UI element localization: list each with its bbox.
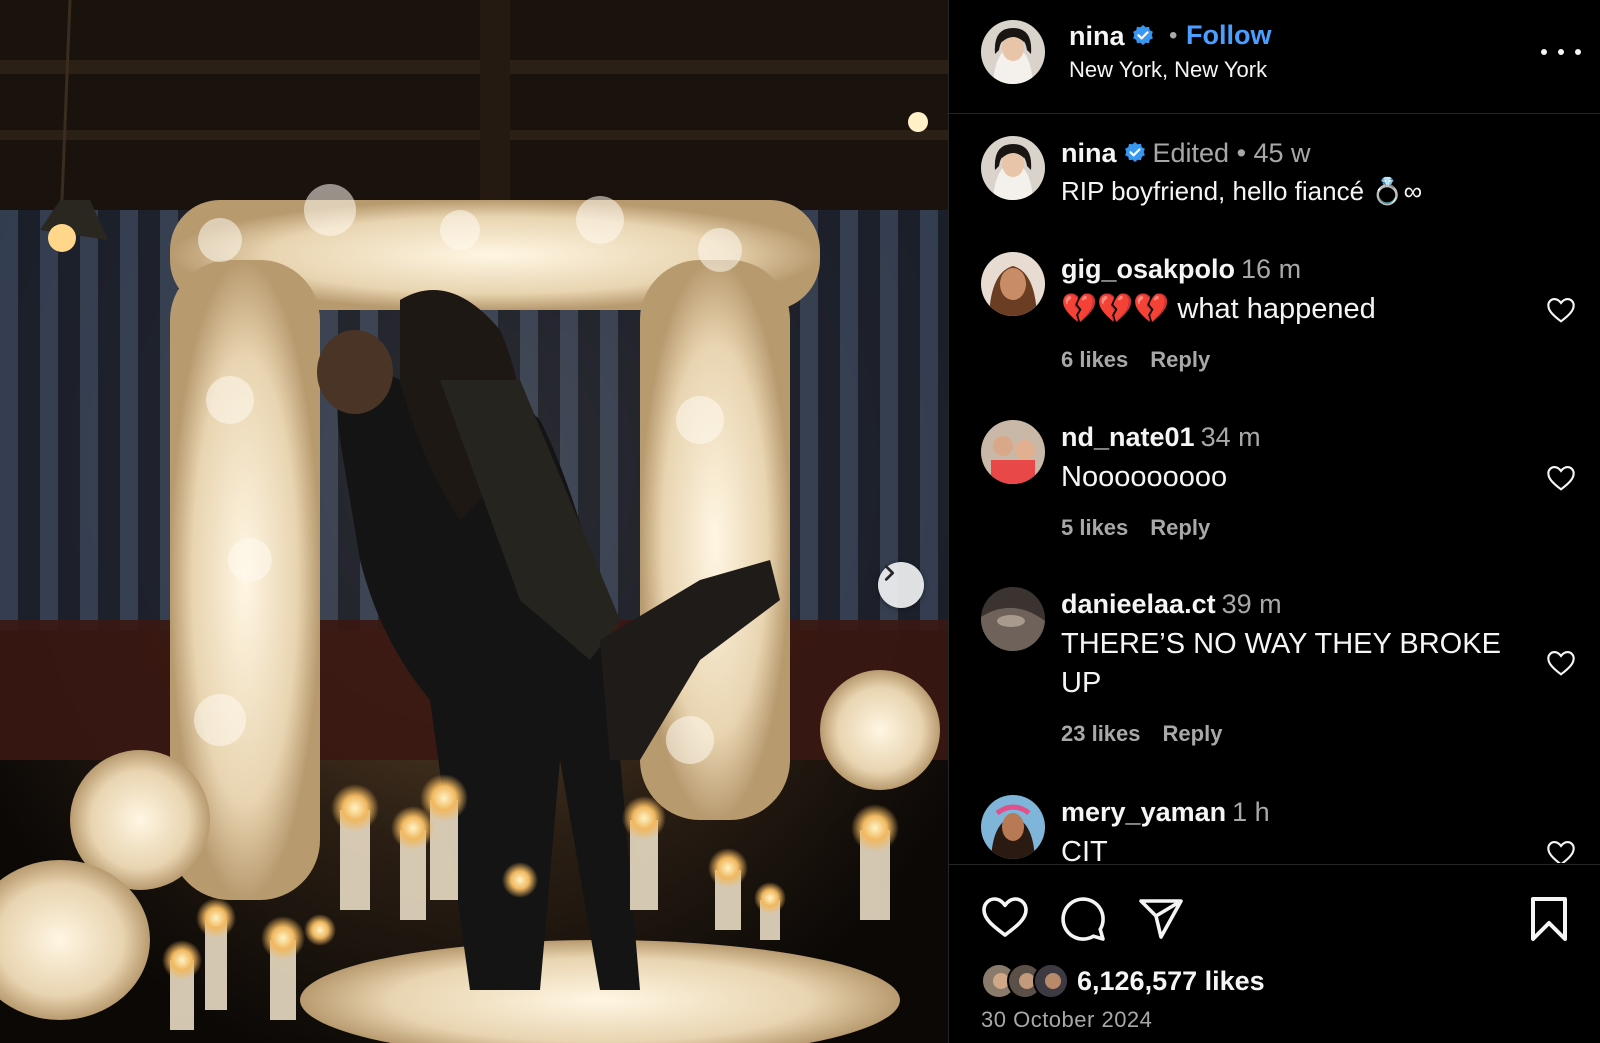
commenter-avatar[interactable] [981, 795, 1045, 859]
comment-username[interactable]: gig_osakpolo [1061, 254, 1235, 284]
follow-button[interactable]: Follow [1186, 20, 1271, 51]
likes-count[interactable]: 6,126,577 likes [1077, 966, 1265, 997]
comment-likes[interactable]: 23 likes [1061, 721, 1141, 746]
comment-actions: 23 likes Reply [1061, 721, 1222, 747]
post-actions-bar: 6,126,577 likes 30 October 2024 [949, 864, 1600, 1043]
comment-time: 34 m [1200, 422, 1261, 452]
comment-text: THERE’S NO WAY THEY BROKE UP [1061, 628, 1501, 699]
comment-text: CIT [1061, 836, 1108, 863]
reply-button[interactable]: Reply [1150, 515, 1210, 540]
share-icon[interactable] [1137, 895, 1185, 943]
verified-badge-icon [1124, 141, 1145, 162]
comment-text: 💔💔💔 what happened [1061, 293, 1376, 325]
heart-icon[interactable] [981, 895, 1029, 939]
more-options-button[interactable] [1541, 38, 1581, 66]
comment-actions: 5 likes Reply [1061, 515, 1210, 541]
comment-header: mery_yaman 1 h [1061, 797, 1270, 828]
likes-summary[interactable]: 6,126,577 likes [981, 961, 1265, 1001]
comment-header: gig_osakpolo 16 m [1061, 254, 1301, 285]
caption-author-avatar[interactable] [981, 136, 1045, 200]
author-name-text[interactable]: nina [1069, 21, 1125, 51]
comment-like-heart-icon[interactable] [1545, 294, 1577, 326]
header-separator: • [1169, 22, 1178, 49]
comment-actions: 6 likes Reply [1061, 347, 1210, 373]
comment-header: nd_nate01 34 m [1061, 422, 1261, 453]
reply-button[interactable]: Reply [1150, 347, 1210, 372]
comment-username[interactable]: danieelaa.ct [1061, 589, 1216, 619]
comment-time: 39 m [1221, 589, 1282, 619]
more-options-icon [1541, 49, 1547, 55]
caption-meta: Edited • 45 w [1152, 138, 1311, 168]
post-header: nina • Follow New York, New York [949, 0, 1600, 114]
proposal-photo-image [0, 0, 948, 1043]
comment-icon[interactable] [1059, 895, 1107, 943]
reply-button[interactable]: Reply [1163, 721, 1223, 746]
post-photo[interactable] [0, 0, 948, 1043]
commenter-avatar[interactable] [981, 420, 1045, 484]
commenter-avatar[interactable] [981, 587, 1045, 651]
verified-badge-icon [1132, 24, 1153, 45]
comment-like-heart-icon[interactable] [1545, 647, 1577, 679]
comment-time: 16 m [1241, 254, 1302, 284]
author-avatar[interactable] [981, 20, 1045, 84]
post-date: 30 October 2024 [981, 1007, 1153, 1032]
caption-username[interactable]: nina [1061, 138, 1117, 168]
caption-header: nina Edited • 45 w [1061, 138, 1311, 169]
comment-time: 1 h [1232, 797, 1270, 827]
post-side-panel: nina • Follow New York, New York nina Edi… [948, 0, 1600, 1043]
comment-username[interactable]: mery_yaman [1061, 797, 1226, 827]
comment-like-heart-icon[interactable] [1545, 462, 1577, 494]
caption-text: RIP boyfriend, hello fiancé 💍∞ [1061, 176, 1423, 206]
bookmark-icon[interactable] [1527, 895, 1571, 943]
comment-text: Nooooooooo [1061, 461, 1228, 493]
comment-header: danieelaa.ct 39 m [1061, 589, 1282, 620]
liker-avatar [1033, 963, 1069, 999]
post-location[interactable]: New York, New York [1069, 57, 1267, 83]
next-photo-button[interactable] [878, 562, 924, 608]
comment-likes[interactable]: 6 likes [1061, 347, 1128, 372]
comment-like-heart-icon[interactable] [1545, 837, 1577, 863]
comments-list[interactable]: nina Edited • 45 w RIP boyfriend, hello f… [949, 115, 1600, 863]
chevron-right-icon [884, 565, 895, 581]
commenter-avatar[interactable] [981, 252, 1045, 316]
author-username[interactable]: nina [1069, 21, 1155, 52]
comment-likes[interactable]: 5 likes [1061, 515, 1128, 540]
comment-username[interactable]: nd_nate01 [1061, 422, 1195, 452]
